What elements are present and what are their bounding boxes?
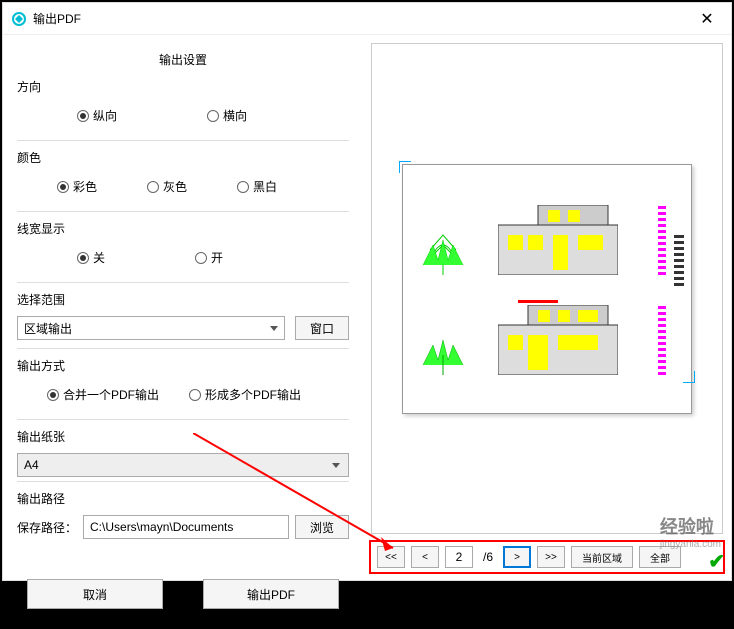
radio-multi-pdf[interactable]: 形成多个PDF输出 bbox=[189, 386, 301, 403]
radio-bw[interactable]: 黑白 bbox=[237, 178, 277, 195]
tree-icon bbox=[418, 315, 468, 375]
radio-lw-on[interactable]: 开 bbox=[195, 249, 223, 266]
radio-landscape[interactable]: 横向 bbox=[207, 107, 247, 124]
red-line-icon bbox=[518, 300, 558, 303]
color-label: 颜色 bbox=[17, 145, 349, 170]
dimension-marks bbox=[658, 305, 666, 375]
settings-panel: 输出设置 方向 纵向 横向 颜色 彩色 灰色 黑白 线宽显示 bbox=[3, 35, 363, 580]
radio-portrait[interactable]: 纵向 bbox=[77, 107, 117, 124]
app-logo-icon bbox=[11, 11, 27, 27]
save-path-label: 保存路径： bbox=[17, 519, 77, 536]
export-pdf-dialog: 输出PDF ✕ 输出设置 方向 纵向 横向 颜色 彩色 灰色 黑白 bbox=[2, 2, 732, 581]
crop-corner-icon bbox=[683, 371, 695, 383]
path-label: 输出路径 bbox=[17, 486, 349, 511]
radio-lw-off[interactable]: 关 bbox=[77, 249, 105, 266]
first-page-button[interactable]: << bbox=[377, 546, 405, 568]
radio-color[interactable]: 彩色 bbox=[57, 178, 97, 195]
export-button[interactable]: 输出PDF bbox=[203, 579, 339, 609]
dimension-marks bbox=[658, 205, 666, 275]
path-input[interactable]: C:\Users\mayn\Documents bbox=[83, 515, 289, 539]
prev-page-button[interactable]: < bbox=[411, 546, 439, 568]
range-label: 选择范围 bbox=[17, 287, 349, 312]
paper-select[interactable]: A4 bbox=[17, 453, 349, 477]
radio-merge-pdf[interactable]: 合并一个PDF输出 bbox=[47, 386, 159, 403]
output-mode-label: 输出方式 bbox=[17, 353, 349, 378]
page-preview bbox=[402, 164, 692, 414]
all-button[interactable]: 全部 bbox=[639, 546, 681, 568]
close-button[interactable]: ✕ bbox=[691, 9, 723, 29]
preview-area bbox=[371, 43, 723, 534]
page-input[interactable] bbox=[445, 546, 473, 568]
browse-button[interactable]: 浏览 bbox=[295, 515, 349, 539]
current-area-button[interactable]: 当前区域 bbox=[571, 546, 633, 568]
range-select[interactable]: 区域输出 bbox=[17, 316, 285, 340]
building-elevation bbox=[498, 305, 618, 375]
checkmark-icon: ✔ bbox=[708, 549, 725, 574]
settings-heading: 输出设置 bbox=[17, 45, 349, 74]
paper-label: 输出纸张 bbox=[17, 424, 349, 449]
last-page-button[interactable]: >> bbox=[537, 546, 565, 568]
legend-icon bbox=[674, 235, 684, 365]
direction-label: 方向 bbox=[17, 74, 349, 99]
lineweight-label: 线宽显示 bbox=[17, 216, 349, 241]
building-elevation bbox=[498, 205, 618, 275]
titlebar: 输出PDF ✕ bbox=[3, 3, 731, 35]
pager-bar: << < /6 > >> 当前区域 全部 bbox=[369, 540, 725, 574]
radio-gray[interactable]: 灰色 bbox=[147, 178, 187, 195]
cancel-button[interactable]: 取消 bbox=[27, 579, 163, 609]
window-button[interactable]: 窗口 bbox=[295, 316, 349, 340]
next-page-button[interactable]: > bbox=[503, 546, 531, 568]
tree-icon bbox=[418, 215, 468, 275]
dialog-title: 输出PDF bbox=[33, 10, 691, 27]
page-total: /6 bbox=[479, 550, 497, 564]
crop-corner-icon bbox=[399, 161, 411, 173]
preview-panel: << < /6 > >> 当前区域 全部 bbox=[363, 35, 731, 580]
